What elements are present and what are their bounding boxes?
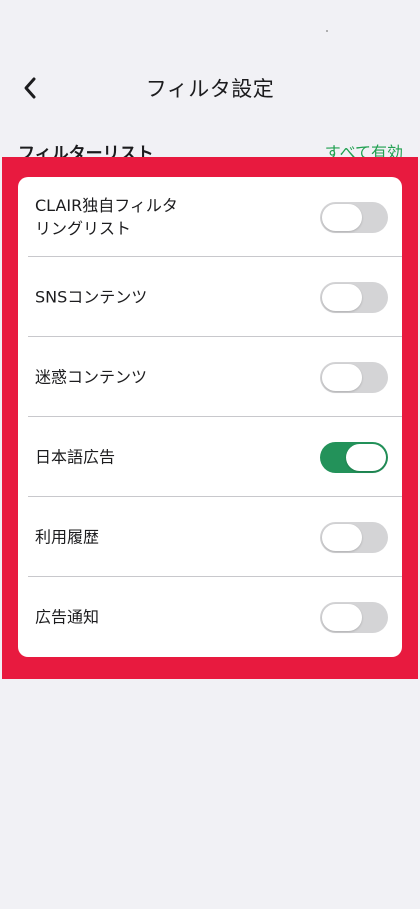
toggle-knob — [322, 604, 362, 631]
filter-row-japanese-ads: 日本語広告 — [18, 417, 402, 497]
filter-row-usage-history: 利用履歴 — [18, 497, 402, 577]
filter-row-ad-notifications: 広告通知 — [18, 577, 402, 657]
filter-label: 利用履歴 — [35, 527, 100, 547]
filter-toggle-japanese-ads[interactable] — [320, 442, 388, 473]
page-title: フィルタ設定 — [145, 77, 275, 101]
filter-toggle-spam[interactable] — [320, 362, 388, 393]
filter-label: 迷惑コンテンツ — [35, 367, 148, 387]
filter-label: 広告通知 — [35, 607, 100, 627]
toggle-knob — [346, 444, 386, 471]
filter-label: 日本語広告 — [35, 447, 116, 467]
filter-label: SNSコンテンツ — [35, 287, 148, 307]
toggle-knob — [322, 284, 362, 311]
filter-row-clair: CLAIR独自フィルタ リングリスト — [18, 177, 402, 257]
toggle-knob — [322, 524, 362, 551]
filter-label: CLAIR独自フィルタ リングリスト — [35, 196, 178, 238]
navigation-bar: フィルタ設定 — [0, 60, 420, 116]
filter-toggle-ad-notifications[interactable] — [320, 602, 388, 633]
filter-toggle-clair[interactable] — [320, 202, 388, 233]
status-bar-indicator — [326, 30, 328, 32]
filter-row-spam: 迷惑コンテンツ — [18, 337, 402, 417]
filter-row-sns: SNSコンテンツ — [18, 257, 402, 337]
toggle-knob — [322, 204, 362, 231]
filter-toggle-usage-history[interactable] — [320, 522, 388, 553]
toggle-knob — [322, 364, 362, 391]
filter-list-card: CLAIR独自フィルタ リングリスト SNSコンテンツ 迷惑コンテンツ 日本語広… — [18, 177, 402, 657]
filter-toggle-sns[interactable] — [320, 282, 388, 313]
